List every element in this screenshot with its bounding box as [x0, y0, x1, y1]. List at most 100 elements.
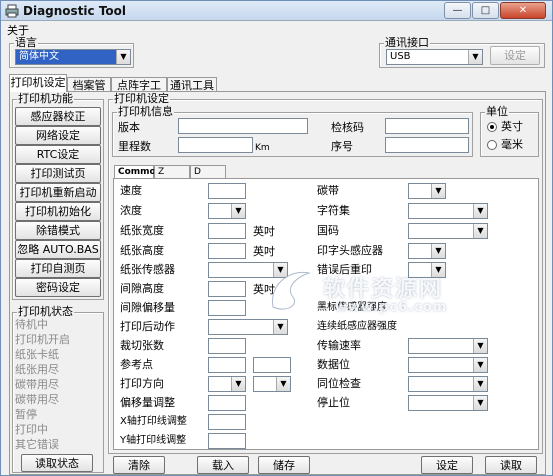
watermark-url: www.pc6.com	[335, 300, 448, 315]
checksum-field	[385, 118, 469, 134]
paper-width-label: 纸张宽度	[120, 224, 164, 237]
read-button[interactable]: 读取	[485, 456, 537, 474]
head-sensor-select[interactable]: ▼	[408, 243, 446, 259]
radio-icon[interactable]	[487, 140, 497, 150]
x-adjust-field[interactable]	[208, 414, 246, 430]
version-label: 版本	[118, 121, 140, 134]
paper-sensor-label: 纸张传感器	[120, 263, 175, 276]
factory-default-button[interactable]: 打印机初始化	[15, 202, 101, 221]
network-setting-button[interactable]: 网络设定	[15, 126, 101, 145]
post-print-action-select[interactable]: ▼	[208, 319, 288, 335]
cut-count-field[interactable]	[208, 338, 246, 354]
window-title: Diagnostic Tool	[23, 4, 127, 18]
minimize-button[interactable]: —	[444, 2, 471, 19]
paper-height-label: 纸张高度	[120, 244, 164, 257]
status-item: 打印中	[15, 423, 48, 436]
status-item: 待机中	[15, 318, 48, 331]
status-item: 暂停	[15, 408, 37, 421]
km-unit: Km	[255, 143, 270, 153]
reference-y-field[interactable]	[253, 357, 291, 373]
chevron-down-icon: ▼	[431, 244, 445, 258]
baud-rate-label: 传输速率	[317, 339, 361, 352]
load-button[interactable]: 载入	[197, 456, 249, 474]
baud-rate-select[interactable]: ▼	[408, 338, 488, 354]
comm-select[interactable]: USB ▼	[386, 49, 483, 65]
speed-field[interactable]	[208, 183, 246, 199]
continuous-sensor-label: 连续纸感应器强度	[317, 321, 397, 332]
serial-field	[385, 137, 469, 153]
print-self-test-button[interactable]: 打印自测页	[15, 259, 101, 278]
charset-label: 字符集	[317, 204, 350, 217]
data-bits-select[interactable]: ▼	[408, 357, 488, 373]
save-button[interactable]: 储存	[258, 456, 310, 474]
ribbon-select[interactable]: ▼	[408, 183, 446, 199]
chevron-down-icon: ▼	[273, 320, 287, 334]
tab-common[interactable]: Common	[114, 165, 162, 178]
read-status-button[interactable]: 读取状态	[21, 454, 93, 472]
density-label: 浓度	[120, 204, 142, 217]
chevron-down-icon: ▼	[473, 358, 487, 372]
set-button[interactable]: 设定	[421, 456, 473, 474]
serial-label: 序号	[331, 140, 353, 153]
chevron-down-icon: ▼	[231, 204, 245, 218]
checksum-label: 检核码	[331, 121, 364, 134]
tab-d[interactable]: D	[190, 165, 226, 178]
menu-bar: 关于	[1, 21, 552, 37]
paper-height-field[interactable]	[208, 243, 246, 259]
clear-button[interactable]: 清除	[113, 456, 165, 474]
stop-bits-select[interactable]: ▼	[408, 395, 488, 411]
dump-mode-button[interactable]: 除错模式	[15, 221, 101, 240]
chevron-down-icon: ▼	[473, 224, 487, 238]
sensor-calibration-button[interactable]: 感应器校正	[15, 107, 101, 126]
printer-settings-label: 打印机设定	[113, 92, 170, 106]
gap-offset-label: 间隙偏移量	[120, 301, 175, 314]
mirror-select[interactable]: ▼	[253, 376, 291, 392]
print-test-page-button[interactable]: 打印测试页	[15, 164, 101, 183]
printer-functions-group: 打印机功能 感应器校正 网络设定 RTC设定 打印测试页 打印机重新启动 打印机…	[12, 92, 104, 300]
reference-x-field[interactable]	[208, 357, 246, 373]
print-direction-select[interactable]: ▼	[208, 376, 246, 392]
offset-adjust-field[interactable]	[208, 395, 246, 411]
password-setting-button[interactable]: 密码设定	[15, 278, 101, 297]
status-item: 其它错误	[15, 438, 59, 451]
ribbon-label: 碳带	[317, 184, 339, 197]
parity-label: 同位检查	[317, 377, 361, 390]
density-select[interactable]: ▼	[208, 203, 246, 219]
printer-icon	[5, 4, 19, 18]
offset-adjust-label: 偏移量调整	[120, 396, 175, 409]
language-select[interactable]: 简体中文 ▼	[15, 49, 131, 65]
chevron-down-icon: ▼	[473, 377, 487, 391]
chevron-down-icon: ▼	[276, 377, 290, 391]
restart-printer-button[interactable]: 打印机重新启动	[15, 183, 101, 202]
mileage-label: 里程数	[118, 140, 151, 153]
tab-printer-settings[interactable]: 打印机设定	[9, 74, 67, 92]
unit-group: 单位 英寸 毫米	[480, 105, 539, 157]
charset-select[interactable]: ▼	[408, 203, 488, 219]
parity-select[interactable]: ▼	[408, 376, 488, 392]
gap-offset-field[interactable]	[208, 300, 246, 316]
status-item: 碳带用尽	[15, 378, 59, 391]
app-window: Diagnostic Tool — □ ✕ 关于 语言 简体中文 ▼ 通讯接口 …	[0, 0, 553, 476]
chevron-down-icon: ▼	[231, 377, 245, 391]
chevron-down-icon: ▼	[473, 339, 487, 353]
rtc-setting-button[interactable]: RTC设定	[15, 145, 101, 164]
code-page-select[interactable]: ▼	[408, 223, 488, 239]
paper-width-unit: 英吋	[253, 225, 275, 238]
gap-height-field[interactable]	[208, 281, 246, 297]
tab-z[interactable]: Z	[154, 165, 190, 178]
paper-width-field[interactable]	[208, 223, 246, 239]
printer-status-label: 打印机状态	[17, 305, 74, 319]
watermark-brand: 软件资源网	[323, 277, 444, 302]
radio-icon[interactable]	[487, 122, 497, 132]
stop-bits-label: 停止位	[317, 396, 350, 409]
reference-point-label: 参考点	[120, 358, 153, 371]
ignore-autobas-button[interactable]: 忽略 AUTO.BAS	[15, 240, 101, 259]
comm-group-label: 通讯接口	[384, 36, 430, 50]
comm-setting-button[interactable]: 设定	[490, 46, 540, 65]
maximize-button[interactable]: □	[472, 2, 499, 19]
title-bar: Diagnostic Tool — □ ✕	[1, 1, 552, 21]
printer-info-label: 打印机信息	[117, 105, 174, 119]
unit-label: 单位	[485, 105, 509, 119]
y-adjust-field[interactable]	[208, 433, 246, 449]
close-button[interactable]: ✕	[500, 2, 546, 19]
